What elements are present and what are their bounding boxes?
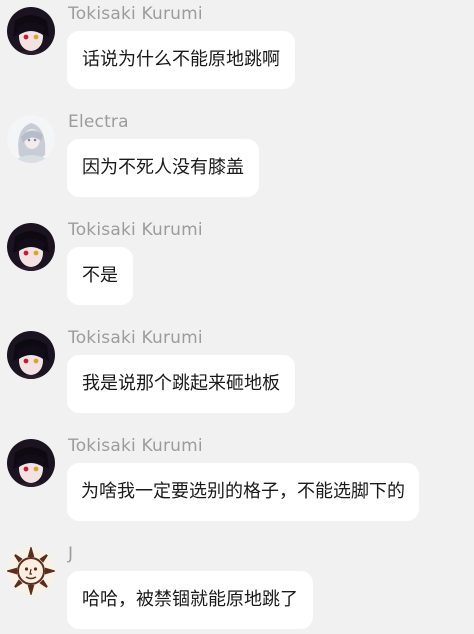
sender-name: Tokisaki Kurumi <box>68 436 203 456</box>
message-bubble[interactable]: 不是 <box>67 247 133 305</box>
kurumi-avatar[interactable] <box>7 223 55 271</box>
kurumi-avatar[interactable] <box>7 439 55 487</box>
message-bubble[interactable]: 我是说那个跳起来砸地板 <box>67 355 295 413</box>
sender-name: Tokisaki Kurumi <box>68 328 203 348</box>
message-bubble[interactable]: 哈哈，被禁锢就能原地跳了 <box>67 571 313 629</box>
electra-avatar[interactable] <box>7 115 55 163</box>
sender-name: Tokisaki Kurumi <box>68 220 203 240</box>
message-bubble[interactable]: 为啥我一定要选别的格子，不能选脚下的 <box>67 463 419 521</box>
sender-name: Tokisaki Kurumi <box>68 4 203 24</box>
sun-avatar[interactable] <box>7 547 55 595</box>
sender-name: J <box>68 544 74 564</box>
sender-name: Electra <box>68 112 129 132</box>
kurumi-avatar[interactable] <box>7 7 55 55</box>
kurumi-avatar[interactable] <box>7 331 55 379</box>
message-bubble[interactable]: 因为不死人没有膝盖 <box>67 139 259 197</box>
message-bubble[interactable]: 话说为什么不能原地跳啊 <box>67 31 295 89</box>
